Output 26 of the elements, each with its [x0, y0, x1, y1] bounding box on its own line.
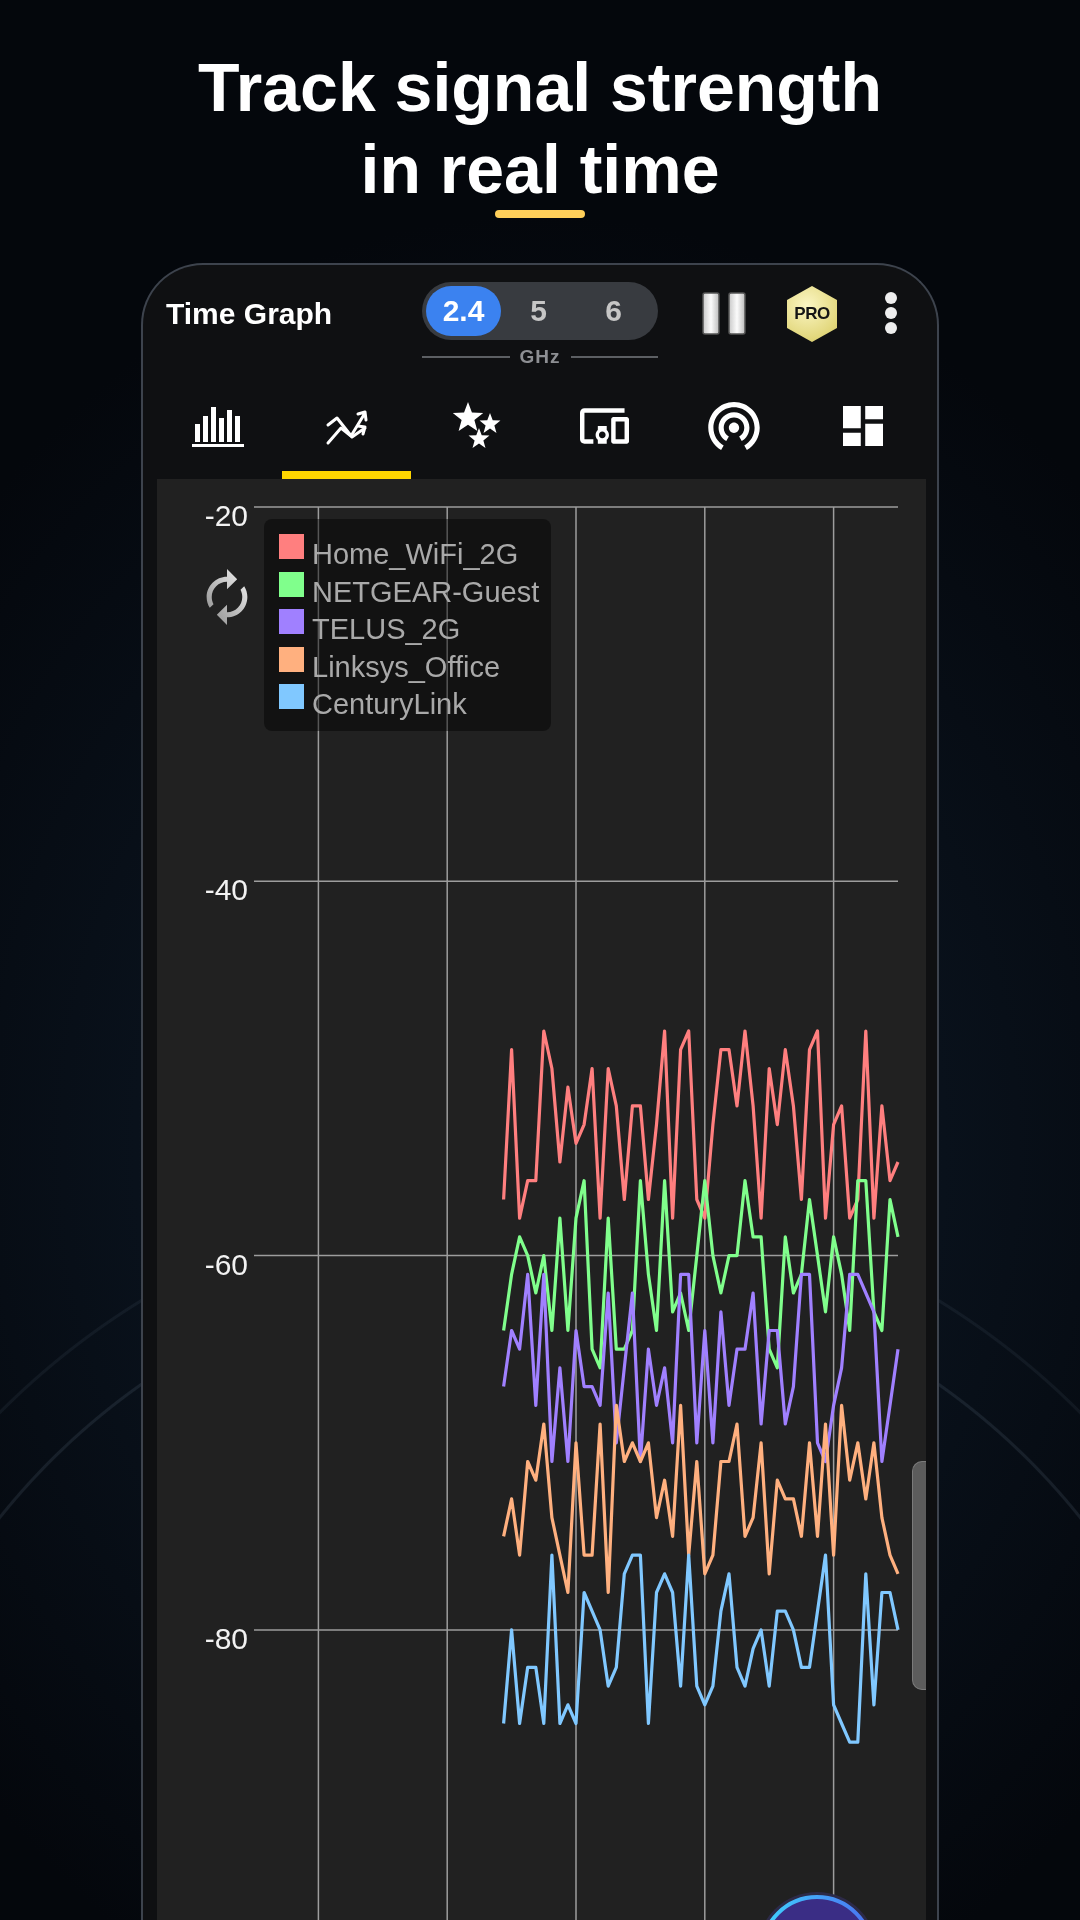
band-option[interactable]: 5 [501, 286, 576, 336]
devices-icon [580, 408, 629, 444]
legend-label: TELUS_2G [312, 612, 461, 647]
drawer-handle[interactable] [912, 1461, 926, 1690]
pro-badge[interactable]: PRO [787, 286, 837, 342]
band-unit-label: GHz [519, 346, 561, 368]
more-button[interactable] [885, 292, 897, 334]
pause-icon [702, 292, 746, 335]
legend-label: Home_WiFi_2G [312, 537, 519, 572]
legend-label: Linksys_Office [312, 649, 501, 685]
y-axis-label: -20 [204, 499, 248, 532]
band-option[interactable]: 6 [576, 286, 651, 336]
y-axis-label: -80 [204, 1621, 248, 1655]
headline: Track signal strength in real time [197, 48, 883, 209]
y-axis-label: -60 [204, 1247, 248, 1281]
more-icon [885, 292, 897, 334]
app-title: Time Graph [166, 295, 333, 331]
y-axis-label: -40 [204, 873, 248, 907]
dashboard-icon [842, 406, 883, 446]
broadcast-icon [707, 402, 760, 450]
legend-label: NETGEAR-Guest [312, 574, 540, 610]
legend-label: CenturyLink [312, 687, 467, 722]
bar-chart-icon [191, 405, 244, 447]
refresh-icon[interactable] [206, 569, 248, 625]
band-option[interactable]: 2.4 [426, 286, 501, 336]
pause-button[interactable] [702, 292, 746, 335]
